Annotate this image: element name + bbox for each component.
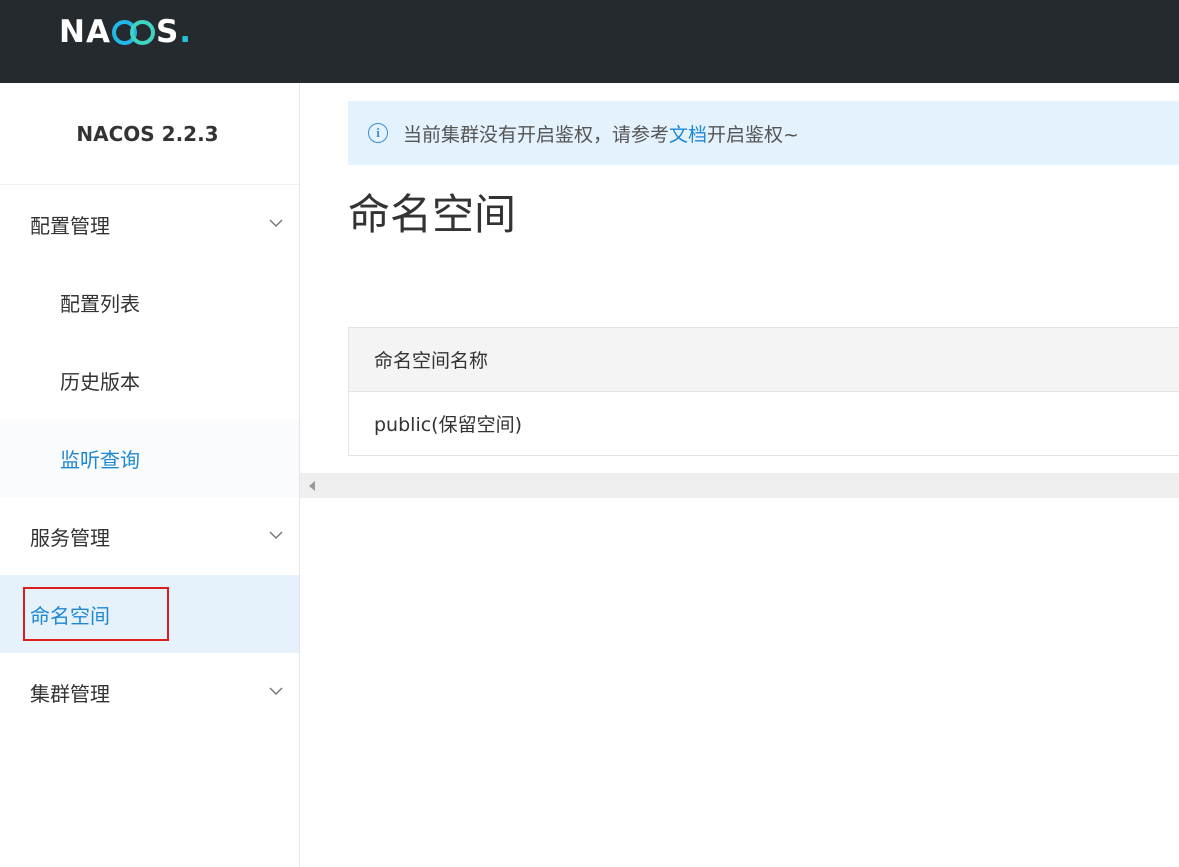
sidebar-group-label: 服务管理 (30, 525, 110, 550)
sidebar-item-label: 配置列表 (60, 291, 140, 316)
nacos-logo[interactable]: NA S . (59, 14, 192, 50)
sidebar: NACOS 2.2.3 配置管理 配置列表 历史版本 监听查询 服务管理 命名空… (0, 83, 300, 867)
table-row: public(保留空间) (374, 414, 522, 436)
table-header-cell: 命名空间名称 (349, 328, 1179, 392)
docs-link[interactable]: 文档 (669, 120, 707, 147)
notice-text-after: 开启鉴权~ (707, 123, 799, 146)
sidebar-group-cluster-management[interactable]: 集群管理 (0, 653, 299, 731)
main-content: i 当前集群没有开启鉴权，请参考 文档 开启鉴权~ 命名空间 命名空间名称 pu… (300, 83, 1179, 867)
version-label: NACOS 2.2.3 (0, 83, 299, 185)
sidebar-item-config-list[interactable]: 配置列表 (0, 263, 299, 341)
top-header: NA S . (0, 0, 1179, 83)
auth-notice-banner: i 当前集群没有开启鉴权，请参考 文档 开启鉴权~ (348, 101, 1179, 165)
notice-text-before: 当前集群没有开启鉴权，请参考 (403, 123, 670, 146)
highlight-annotation-box (23, 587, 169, 641)
scroll-left-arrow-icon[interactable] (309, 481, 315, 491)
horizontal-scrollbar[interactable] (300, 473, 1179, 498)
logo-text-right: S (155, 14, 180, 50)
sidebar-item-label: 监听查询 (60, 447, 140, 472)
page-title: 命名空间 (348, 190, 517, 239)
info-icon: i (368, 123, 388, 143)
sidebar-item-label: 历史版本 (60, 369, 140, 394)
sidebar-group-label: 集群管理 (30, 681, 110, 706)
logo-text-left: NA (59, 14, 111, 50)
sidebar-group-config-management[interactable]: 配置管理 (0, 185, 299, 263)
sidebar-group-service-management[interactable]: 服务管理 (0, 497, 299, 575)
sidebar-item-history-version[interactable]: 历史版本 (0, 341, 299, 419)
namespace-table: 命名空间名称 public(保留空间) (348, 327, 1179, 456)
chevron-down-icon (269, 216, 283, 230)
sidebar-item-namespace[interactable]: 命名空间 (0, 575, 299, 653)
chevron-down-icon (269, 528, 283, 542)
sidebar-item-listener-query[interactable]: 监听查询 (0, 419, 299, 497)
logo-rings-icon (111, 19, 155, 45)
chevron-down-icon (269, 684, 283, 698)
sidebar-group-label: 配置管理 (30, 213, 110, 238)
logo-dot: . (179, 14, 193, 50)
